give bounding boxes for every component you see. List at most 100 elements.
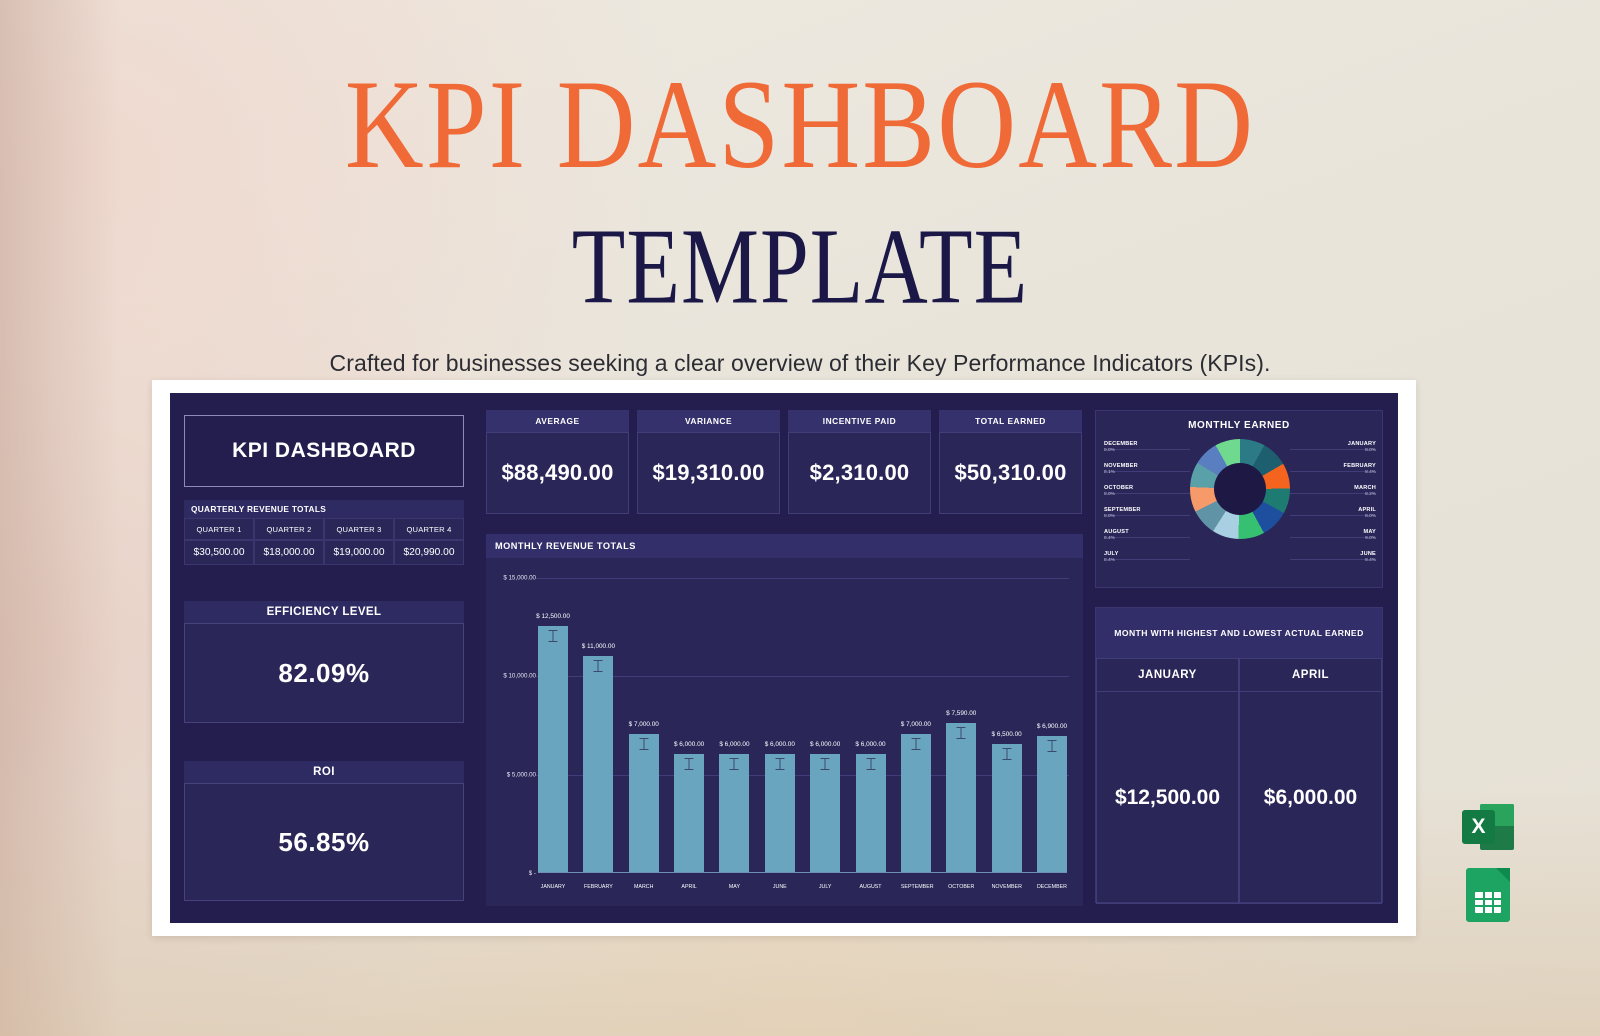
chart-bar: $ 12,500.00 xyxy=(536,613,570,872)
quarterly-revenue-caption: QUARTERLY REVENUE TOTALS xyxy=(184,500,464,518)
monthly-earned-chart-panel: MONTHLY EARNED DECEMBER 8.0% NOVEMBER 8.1% O… xyxy=(1095,410,1383,588)
bar-value-label: $ 7,590.00 xyxy=(946,709,977,717)
y-tick-label: $ 5,000.00 xyxy=(506,771,536,779)
chart-bar: $ 6,900.00 xyxy=(1037,723,1067,872)
donut-legend-month: MAY xyxy=(1363,529,1376,535)
google-sheets-icon[interactable] xyxy=(1466,868,1510,922)
efficiency-level-label: EFFICIENCY LEVEL xyxy=(184,601,464,623)
bar-value-label: $ 7,000.00 xyxy=(628,721,659,729)
lowest-month-column: APRIL $6,000.00 xyxy=(1239,658,1382,904)
x-tick-label: DECEMBER xyxy=(1036,884,1067,890)
kpi-card-label: AVERAGE xyxy=(486,410,629,432)
error-bar xyxy=(956,726,966,739)
page-title-line1: KPI DASHBOARD xyxy=(344,54,1256,195)
donut-legend-month: MARCH xyxy=(1354,485,1376,491)
page-title-line2: TEMPLATE xyxy=(571,205,1029,327)
x-tick-label: SEPTEMBER xyxy=(900,884,934,890)
roi-card: ROI 56.85% xyxy=(170,761,478,901)
x-tick-label: JUNE xyxy=(772,884,787,890)
bar-value-label: $ 6,000.00 xyxy=(719,741,750,748)
error-bar xyxy=(775,758,785,770)
donut-legend-item: DECEMBER 8.0% xyxy=(1104,441,1174,453)
chart-bar: $ 6,000.00 xyxy=(855,741,886,872)
donut-legend-percent: 8.1% xyxy=(1104,470,1115,475)
donut-legend-percent: 8.4% xyxy=(1365,558,1376,563)
chart-bar: $ 7,590.00 xyxy=(946,710,976,872)
donut-legend-month: SEPTEMBER xyxy=(1104,507,1141,513)
donut-legend-item: JUNE 8.4% xyxy=(1306,551,1376,563)
table-header-cell: QUARTER 3 xyxy=(324,518,394,540)
kpi-card-value: $2,310.00 xyxy=(788,432,931,514)
y-tick-label: $ 10,000.00 xyxy=(503,672,536,680)
donut-legend-percent: 8.4% xyxy=(1104,558,1115,563)
bar-value-label: $ 6,500.00 xyxy=(991,731,1022,739)
table-row: $19,000.00 xyxy=(324,540,394,565)
table-header-cell: QUARTER 2 xyxy=(254,518,324,540)
highest-lowest-caption: MONTH WITH HIGHEST AND LOWEST ACTUAL EAR… xyxy=(1096,608,1382,658)
error-bar xyxy=(820,758,830,770)
x-tick-label: JULY xyxy=(818,884,832,890)
table-row: $18,000.00 xyxy=(254,540,324,565)
donut-legend-month: JULY xyxy=(1104,551,1119,557)
excel-icon-glyph: X xyxy=(1462,810,1495,844)
donut-legend-item: AUGUST 8.4% xyxy=(1104,529,1174,541)
monthly-revenue-plot: $ 5,000.00 $ 10,000.00 $ 15,000.00 $ 12,50… xyxy=(486,558,1083,906)
error-bar xyxy=(1002,748,1012,761)
highest-month-column: JANUARY $12,500.00 xyxy=(1096,658,1239,904)
y-tick-label: $ 15,000.00 xyxy=(503,574,536,582)
donut-legend-item: JANUARY 8.0% xyxy=(1306,441,1376,453)
bar-value-label: $ 6,000.00 xyxy=(673,741,705,748)
donut-legend-percent: 8.0% xyxy=(1365,448,1376,453)
donut-chart xyxy=(1190,439,1290,539)
donut-legend-percent: 8.0% xyxy=(1365,514,1376,519)
dashboard-title: KPI DASHBOARD xyxy=(232,439,416,462)
donut-legend-month: JANUARY xyxy=(1347,441,1376,447)
chart-bar: $ 11,000.00 xyxy=(582,643,615,872)
donut-legend-percent: 9.0% xyxy=(1365,536,1376,541)
quarterly-revenue-table: QUARTER 1 QUARTER 2 QUARTER 3 QUARTER 4 … xyxy=(184,518,464,565)
donut-legend-month: AUGUST xyxy=(1104,529,1129,535)
donut-legend-item: SEPTEMBER 8.0% xyxy=(1104,507,1174,519)
donut-hole xyxy=(1214,463,1266,515)
monthly-revenue-chart-panel: MONTHLY REVENUE TOTALS $ 5,000.00 $ 10,00… xyxy=(486,534,1083,906)
dashboard-title-box: KPI DASHBOARD xyxy=(184,415,464,487)
donut-legend-item: APRIL 8.0% xyxy=(1306,507,1376,519)
table-header-cell: QUARTER 1 xyxy=(184,518,254,540)
table-row: $20,990.00 xyxy=(394,540,464,565)
kpi-card-label: VARIANCE xyxy=(637,410,780,432)
x-tick-label: MARCH xyxy=(634,884,654,890)
page-tagline: Crafted for businesses seeking a clear o… xyxy=(329,350,1271,376)
donut-legend-item: OCTOBER 8.0% xyxy=(1104,485,1174,497)
dashboard-canvas: KPI DASHBOARD QUARTERLY REVENUE TOTALS Q… xyxy=(170,393,1398,923)
bar-value-label: $ 7,000.00 xyxy=(900,721,931,729)
donut-legend-percent: 8.0% xyxy=(1104,448,1115,453)
roi-value: 56.85% xyxy=(278,826,370,857)
donut-legend-percent: 8.2% xyxy=(1365,492,1376,497)
donut-legend-percent: 8.4% xyxy=(1104,536,1115,541)
kpi-card-label: TOTAL EARNED xyxy=(939,410,1082,432)
chart-bar: $ 7,000.00 xyxy=(629,721,659,872)
x-tick-label: FEBRUARY xyxy=(583,884,613,890)
excel-icon[interactable]: X xyxy=(1462,802,1514,852)
kpi-card-incentive-paid: INCENTIVE PAID $2,310.00 xyxy=(788,410,931,514)
x-tick-label: AUGUST xyxy=(859,884,882,890)
donut-legend-item: NOVEMBER 8.1% xyxy=(1104,463,1174,475)
x-tick-label: APRIL xyxy=(681,884,697,890)
table-header-cell: QUARTER 4 xyxy=(394,518,464,540)
efficiency-level-value: 82.09% xyxy=(278,657,370,688)
bar-value-label: $ 6,000.00 xyxy=(810,741,841,748)
efficiency-level-card: EFFICIENCY LEVEL 82.09% xyxy=(170,601,478,723)
error-bar xyxy=(593,659,603,672)
chart-bar: $ 6,500.00 xyxy=(991,731,1022,872)
x-tick-label: JANUARY xyxy=(540,884,566,890)
donut-legend-item: JULY 8.4% xyxy=(1104,551,1174,563)
highest-lowest-panel: MONTH WITH HIGHEST AND LOWEST ACTUAL EAR… xyxy=(1095,607,1383,904)
kpi-card-value: $88,490.00 xyxy=(486,432,629,514)
error-bar xyxy=(548,630,558,643)
kpi-card-variance: VARIANCE $19,310.00 xyxy=(637,410,780,514)
donut-legend-month: FEBRUARY xyxy=(1343,463,1376,469)
donut-legend-item: MAY 9.0% xyxy=(1306,529,1376,541)
y-tick-label: $ - xyxy=(528,870,536,877)
page-header: KPI DASHBOARD TEMPLATE Crafted for busin… xyxy=(0,0,1600,377)
chart-bar: $ 6,000.00 xyxy=(674,741,704,872)
